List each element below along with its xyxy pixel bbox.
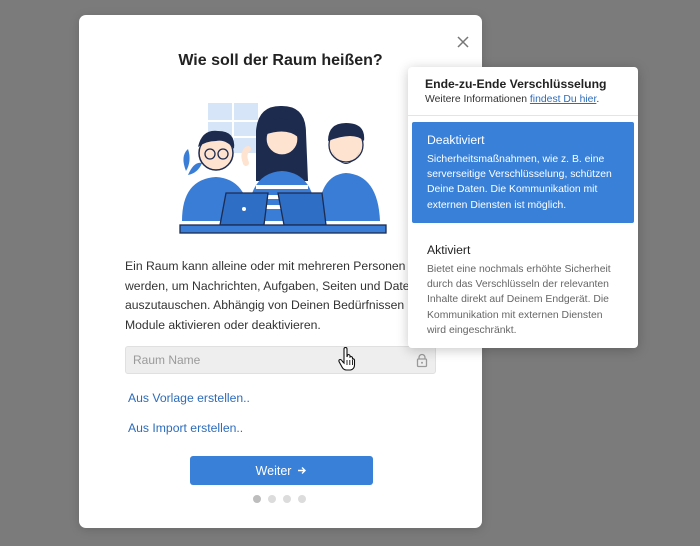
next-button-label: Weiter <box>255 463 292 478</box>
room-name-input[interactable] <box>126 347 435 373</box>
encryption-option-disabled[interactable]: Deaktiviert Sicherheitsmaßnahmen, wie z.… <box>412 122 634 223</box>
option-title: Aktiviert <box>427 243 471 257</box>
dialog-description: Ein Raum kann alleine oder mit mehreren … <box>125 259 425 332</box>
option-title: Deaktiviert <box>427 133 485 147</box>
option-description: Sicherheitsmaßnahmen, wie z. B. eine ser… <box>427 154 612 211</box>
popover-divider <box>408 115 638 116</box>
step-dot-2[interactable] <box>268 495 276 503</box>
create-from-template-link[interactable]: Aus Vorlage erstellen.. <box>128 391 250 405</box>
lock-icon[interactable] <box>415 353 429 368</box>
popover-subtitle: Weitere Informationen findest Du hier. <box>425 94 599 105</box>
create-from-import-link[interactable]: Aus Import erstellen.. <box>128 421 243 435</box>
team-illustration <box>179 103 387 234</box>
encryption-popover: Ende-zu-Ende Verschlüsselung Weitere Inf… <box>408 67 638 348</box>
more-info-link[interactable]: findest Du hier <box>530 94 596 105</box>
arrow-right-icon <box>298 467 307 474</box>
popover-subtitle-period: . <box>596 94 600 105</box>
close-icon[interactable] <box>455 34 471 50</box>
option-description: Bietet eine nochmals erhöhte Sicherheit … <box>427 264 611 336</box>
step-indicator <box>253 495 306 503</box>
encryption-option-enabled[interactable]: Aktiviert Bietet eine nochmals erhöhte S… <box>412 227 634 342</box>
step-dot-4[interactable] <box>298 495 306 503</box>
next-button[interactable]: Weiter <box>190 456 373 485</box>
popover-subtitle-text: Weitere Informationen <box>425 94 530 105</box>
popover-title: Ende-zu-Ende Verschlüsselung <box>425 77 607 91</box>
room-name-field <box>125 346 436 374</box>
step-dot-3[interactable] <box>283 495 291 503</box>
step-dot-1[interactable] <box>253 495 261 503</box>
